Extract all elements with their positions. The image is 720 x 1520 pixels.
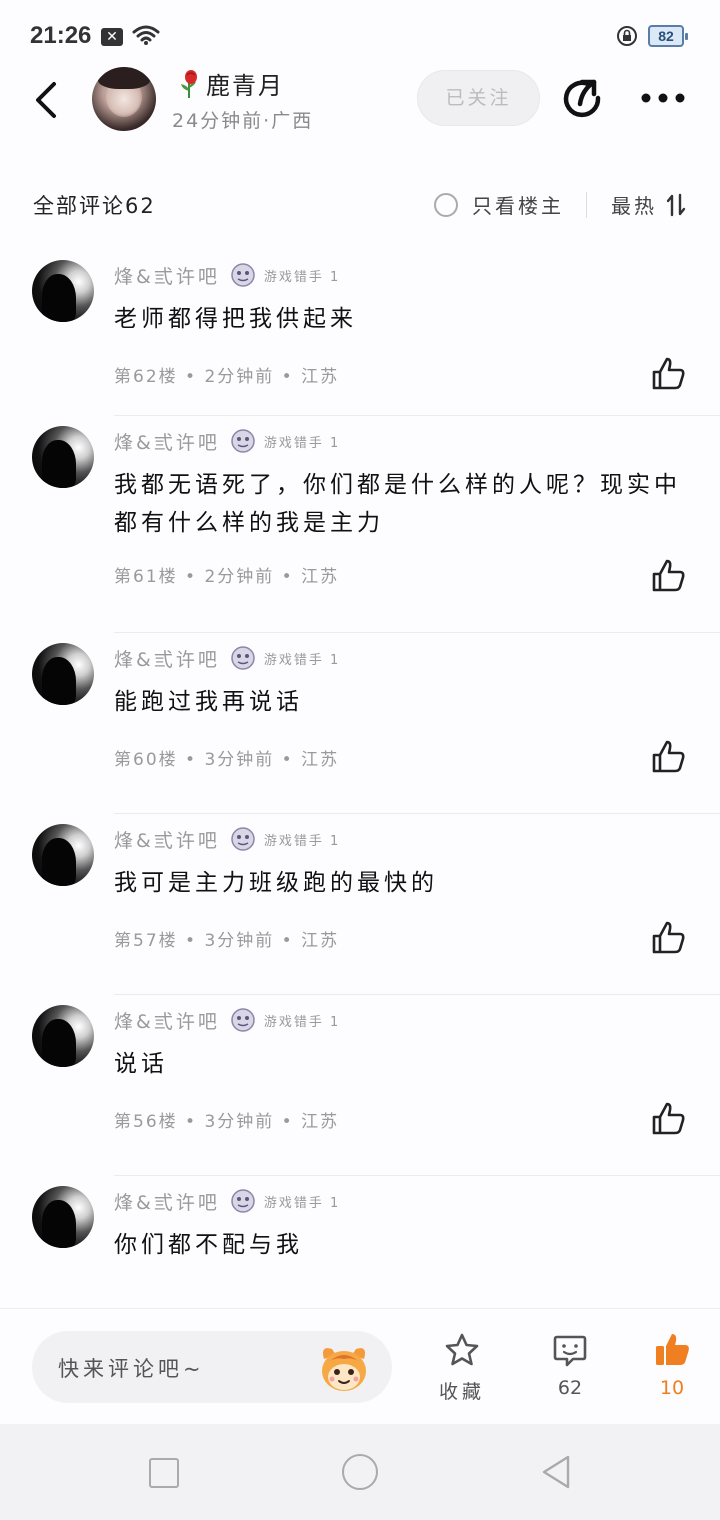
op-only-radio[interactable] — [434, 192, 458, 217]
bottom-action-bar: 快来评论吧~ 收藏 62 10 — [0, 1308, 720, 1424]
comment-count: 62 — [557, 1377, 583, 1399]
wifi-icon — [132, 25, 160, 45]
comment-meta: 第57楼 • 3分钟前 • 江苏 — [114, 931, 340, 951]
author-name[interactable]: 鹿青月 — [206, 66, 284, 101]
level-badge-icon — [231, 263, 255, 287]
commenter-info: 烽&弎许吧 游戏错手 1 — [114, 260, 340, 290]
commenter-avatar[interactable] — [32, 824, 94, 886]
comments-header: 全部评论62 只看楼主 最热 — [0, 180, 720, 232]
comment-meta: 第60楼 • 3分钟前 • 江苏 — [114, 750, 340, 770]
comment-item[interactable]: 烽&弎许吧 游戏错手 1 我都无语死了，你们都是什么样的人呢？现实中都有什么样的… — [0, 416, 720, 633]
mascot-emoji-icon[interactable] — [316, 1339, 372, 1395]
level-label: 游戏错手 1 — [263, 1195, 341, 1211]
favorite-label: 收藏 — [438, 1381, 485, 1403]
nav-back-button[interactable] — [540, 1454, 572, 1490]
commenter-name[interactable]: 烽&弎许吧 — [114, 1007, 220, 1034]
commenter-avatar[interactable] — [32, 426, 94, 488]
thumbs-up-filled-icon — [656, 1334, 689, 1365]
commenter-info: 烽&弎许吧 游戏错手 1 — [114, 643, 340, 673]
commenter-info: 烽&弎许吧 游戏错手 1 — [114, 824, 340, 854]
level-badge-icon — [231, 827, 255, 851]
level-label: 游戏错手 1 — [263, 269, 341, 285]
commenter-avatar[interactable] — [32, 260, 94, 322]
sort-label: 最热 — [611, 194, 657, 218]
comment-text: 我都无语死了，你们都是什么样的人呢？现实中都有什么样的我是主力 — [114, 472, 681, 536]
system-nav-bar — [0, 1424, 720, 1520]
recent-apps-button[interactable] — [149, 1458, 179, 1488]
comment-meta: 第62楼 • 2分钟前 • 江苏 — [114, 367, 340, 387]
status-bar: 21:26 ✕ 82 — [0, 0, 720, 70]
commenter-info: 烽&弎许吧 游戏错手 1 — [114, 1005, 340, 1035]
star-icon — [445, 1333, 479, 1366]
commenter-name[interactable]: 烽&弎许吧 — [114, 645, 220, 672]
op-only-toggle[interactable]: 只看楼主 — [434, 190, 564, 219]
level-label: 游戏错手 1 — [263, 1014, 341, 1030]
rose-icon — [181, 69, 197, 98]
comment-meta: 第56楼 • 3分钟前 • 江苏 — [114, 1112, 340, 1132]
sort-toggle[interactable]: 最热 — [611, 190, 687, 219]
thumbs-up-icon[interactable] — [648, 737, 688, 777]
op-only-label: 只看楼主 — [472, 194, 564, 218]
level-label: 游戏错手 1 — [263, 435, 341, 451]
like-button[interactable]: 10 — [642, 1331, 702, 1399]
rotation-lock-icon — [617, 26, 637, 46]
thumbs-up-icon[interactable] — [648, 354, 688, 394]
commenter-name[interactable]: 烽&弎许吧 — [114, 1188, 220, 1215]
commenter-avatar[interactable] — [32, 1186, 94, 1248]
all-comments-count: 全部评论62 — [33, 194, 156, 218]
comment-bubble-icon — [553, 1335, 587, 1367]
comment-item[interactable]: 烽&弎许吧 游戏错手 1 能跑过我再说话 第60楼 • 3分钟前 • 江苏 — [0, 633, 720, 814]
comment-text: 老师都得把我供起来 — [114, 306, 357, 332]
commenter-info: 烽&弎许吧 游戏错手 1 — [114, 426, 340, 456]
post-time-location: 24分钟前·广西 — [172, 110, 314, 132]
post-header: 鹿青月 24分钟前·广西 已关注 — [0, 62, 720, 142]
back-button[interactable] — [30, 80, 66, 120]
commenter-avatar[interactable] — [32, 643, 94, 705]
level-badge-icon — [231, 429, 255, 453]
comment-text: 能跑过我再说话 — [114, 689, 303, 715]
commenter-name[interactable]: 烽&弎许吧 — [114, 428, 220, 455]
battery-indicator: 82 — [648, 25, 688, 47]
comment-item[interactable]: 烽&弎许吧 游戏错手 1 老师都得把我供起来 第62楼 • 2分钟前 • 江苏 — [0, 250, 720, 416]
like-count: 10 — [659, 1377, 685, 1399]
commenter-name[interactable]: 烽&弎许吧 — [114, 826, 220, 853]
divider — [586, 192, 587, 218]
notification-x-icon: ✕ — [101, 28, 123, 46]
home-button[interactable] — [342, 1454, 378, 1490]
comment-item[interactable]: 烽&弎许吧 游戏错手 1 我可是主力班级跑的最快的 第57楼 • 3分钟前 • … — [0, 814, 720, 995]
commenter-info: 烽&弎许吧 游戏错手 1 — [114, 1186, 340, 1216]
level-label: 游戏错手 1 — [263, 652, 341, 668]
commenter-avatar[interactable] — [32, 1005, 94, 1067]
commenter-name[interactable]: 烽&弎许吧 — [114, 262, 220, 289]
comment-text: 你们都不配与我 — [114, 1232, 303, 1258]
level-badge-icon — [231, 646, 255, 670]
thumbs-up-icon[interactable] — [648, 556, 688, 596]
comment-input[interactable]: 快来评论吧~ — [32, 1331, 392, 1403]
thumbs-up-icon[interactable] — [648, 1099, 688, 1139]
comment-meta: 第61楼 • 2分钟前 • 江苏 — [114, 567, 340, 587]
author-avatar[interactable] — [92, 67, 156, 131]
author-row[interactable]: 鹿青月 — [176, 66, 284, 101]
share-icon[interactable] — [560, 76, 606, 122]
level-badge-icon — [231, 1189, 255, 1213]
thumbs-up-icon[interactable] — [648, 918, 688, 958]
status-time: 21:26 — [30, 22, 92, 49]
sort-icon — [666, 193, 686, 216]
follow-button[interactable]: 已关注 — [417, 70, 540, 126]
comment-text: 我可是主力班级跑的最快的 — [114, 870, 438, 896]
comment-item[interactable]: 烽&弎许吧 游戏错手 1 说话 第56楼 • 3分钟前 • 江苏 — [0, 995, 720, 1176]
comments-button[interactable]: 62 — [540, 1331, 600, 1399]
comment-input-placeholder: 快来评论吧~ — [58, 1357, 205, 1381]
favorite-button[interactable]: 收藏 — [432, 1331, 492, 1404]
level-badge-icon — [231, 1008, 255, 1032]
more-options-icon[interactable] — [640, 88, 686, 108]
level-label: 游戏错手 1 — [263, 833, 341, 849]
comment-list: 烽&弎许吧 游戏错手 1 老师都得把我供起来 第62楼 • 2分钟前 • 江苏 … — [0, 250, 720, 1357]
comment-text: 说话 — [114, 1051, 168, 1077]
